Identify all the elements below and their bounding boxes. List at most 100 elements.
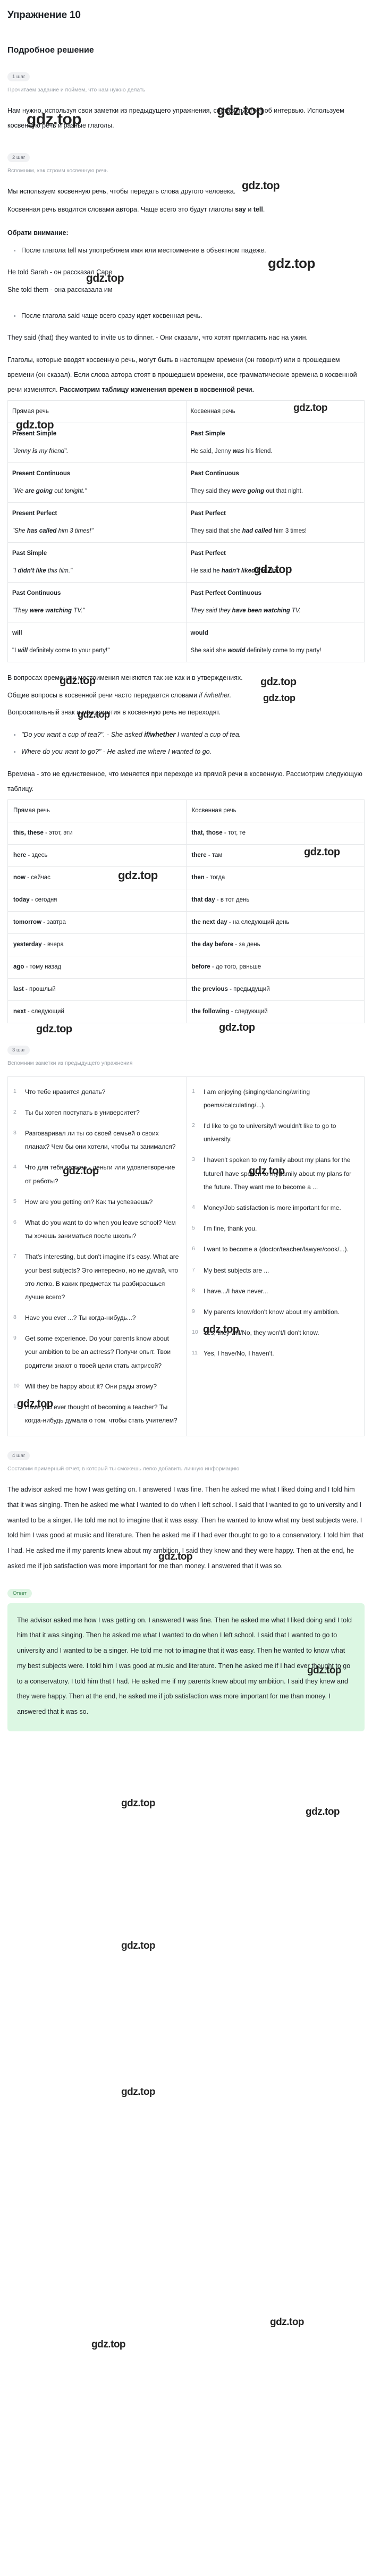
table-row: ago - тому назад before - до того, раньш… — [7, 955, 365, 979]
ex-pre: They said that she — [190, 528, 242, 535]
list-item: I want to become a (doctor/teacher/lawye… — [192, 1243, 349, 1255]
reported-tense-name: would — [190, 630, 208, 637]
table-row: this, these - этот, эти that, those - то… — [7, 821, 365, 845]
list-item: Get some experience. Do your parents kno… — [13, 1332, 171, 1369]
solution-heading: Подробное решение — [7, 46, 94, 55]
answer-section: Ответ The advisor asked me how I was get… — [7, 1588, 365, 1731]
direct-translation: - здесь — [26, 852, 48, 858]
cell-direct: Past Simple "I didn't like this film." — [7, 542, 187, 583]
cell-reported: there - там — [185, 844, 365, 867]
header-direct-label: Прямая речь — [12, 408, 49, 415]
cell-reported: that day - в тот день — [185, 888, 365, 912]
list-item: Have you ever ...? Ты когда-нибудь...? — [13, 1311, 136, 1323]
reported-example: He said, Jenny was his friend. — [191, 445, 360, 458]
watermark-logo: gdz.top — [270, 2317, 305, 2328]
cell-reported: Past Perfect They said that she had call… — [185, 502, 365, 543]
watermark-logo: gdz.top — [121, 2086, 156, 2098]
reported-word: that, those — [191, 829, 223, 836]
bullet-question-example-2: Where do you want to go?" - He asked me … — [14, 745, 365, 759]
ex-post: TV. — [290, 608, 301, 614]
ex-post: out tonight." — [53, 488, 87, 495]
direct-translation: - этот, эти — [43, 829, 73, 836]
cell-direct: yesterday - вчера — [7, 933, 187, 956]
example-they-said: They said (that) they wanted to invite u… — [7, 333, 308, 341]
reported-word: the following — [191, 1008, 230, 1015]
list-item: I'd like to go to university/I wouldn't … — [192, 1119, 336, 1143]
direct-tense-name: Present Continuous — [12, 470, 71, 477]
step-4-subtitle: Составим примерный отчет, в который ты с… — [7, 1466, 240, 1472]
direct-example: "We are going out tonight." — [12, 485, 182, 498]
ex-bold: would — [227, 647, 246, 654]
q-ex2-text: Where do you want to go?" - He asked me … — [21, 748, 212, 756]
table-header-row: Прямая речь Косвенная речь — [7, 400, 365, 424]
reported-word: then — [191, 874, 205, 881]
ex-pre: "I — [12, 568, 18, 575]
list-item: Разговаривал ли ты со своей семьей о сво… — [13, 1127, 176, 1151]
reported-word: the day before — [191, 941, 234, 948]
header-reported-label: Косвенная речь — [191, 807, 236, 814]
direct-word: here — [13, 852, 27, 858]
reported-tense-name: Past Continuous — [190, 470, 239, 477]
ex-bold: were going — [232, 488, 265, 495]
ex-bold: is — [32, 448, 38, 455]
ex-bold: are going — [25, 488, 53, 495]
ex-post: his friend. — [244, 448, 273, 455]
list-item: What do you want to do when you leave sc… — [13, 1216, 176, 1240]
reported-tense-name: Past Perfect — [190, 510, 226, 517]
ex-bold: was — [232, 448, 244, 455]
reported-translation: - до того, раньше — [210, 963, 261, 970]
words-change-table: Прямая речь Косвенная речь this, these -… — [7, 799, 365, 1023]
reported-tense-name: Past Perfect — [190, 550, 226, 557]
ex-bold: hadn't liked — [221, 568, 256, 575]
tell-rule-list: После глагола tell мы употребляем имя ил… — [7, 243, 365, 257]
reported-translation: - в тот день — [215, 896, 250, 903]
reported-example: They said they were going out that night… — [191, 485, 360, 498]
cell-reported: Past Continuous They said they were goin… — [185, 462, 365, 503]
step-2-paragraph-2: Косвенная речь вводится словами автора. … — [7, 202, 365, 217]
list-item: Что для тебя важнее - деньги или удовлет… — [13, 1161, 175, 1185]
direct-example: "Jenny is my friend". — [12, 445, 182, 458]
reported-example: She said she would definitely come to my… — [191, 645, 360, 657]
cell-direct: today - сегодня — [7, 888, 187, 912]
cell-direct: Present Perfect "She has called him 3 ti… — [7, 502, 187, 543]
reported-translation: - на следующий день — [227, 919, 290, 925]
direct-example: "They were watching TV." — [12, 605, 182, 617]
cell-direct: this, these - этот, эти — [7, 821, 187, 845]
ex-post: this film." — [46, 568, 73, 575]
questions-note-2-pre: Общие вопросы в косвенной речи часто пер… — [7, 691, 199, 699]
reported-translation: - предыдущий — [227, 986, 270, 992]
direct-example: "I will definitely come to your party!" — [12, 645, 182, 657]
cell-reported: Past Simple He said, Jenny was his frien… — [185, 423, 365, 464]
said-rule-list: После глагола said чаще всего сразу идет… — [7, 309, 365, 323]
cell-reported: the previous - предыдущий — [185, 978, 365, 1001]
step-3-subtitle: Вспомним заметки из предыдущего упражнен… — [7, 1059, 133, 1066]
cell-direct: Present Simple "Jenny is my friend". — [7, 423, 187, 464]
direct-tense-name: Present Simple — [12, 431, 57, 437]
question-examples-list: "Do you want a cup of tea?". - She asked… — [7, 728, 365, 759]
ex-pre: "I — [12, 647, 18, 654]
direct-translation: - завтра — [41, 919, 66, 925]
table-row: Past Continuous "They were watching TV."… — [7, 582, 365, 623]
cell-direct: Present Continuous "We are going out ton… — [7, 462, 187, 503]
table-row: Present Continuous "We are going out ton… — [7, 462, 365, 503]
reported-example: He said he hadn't liked that film. — [191, 565, 360, 577]
direct-example: "She has called him 3 times!" — [12, 525, 182, 537]
step-1-subtitle: Прочитаем задание и поймем, что нам нужн… — [7, 87, 146, 93]
header-direct-speech: Прямая речь — [7, 400, 187, 424]
ex-post: him 3 times!" — [56, 528, 94, 535]
table-row: now - сейчас then - тогда — [7, 866, 365, 889]
ex-post: my friend". — [37, 448, 69, 455]
direct-translation: - тому назад — [24, 963, 62, 970]
step-badge-2: 2 шаг — [7, 153, 30, 162]
ex-post: out that night. — [264, 488, 303, 495]
reported-example: They said they have been watching TV. — [191, 605, 360, 617]
step-3-section: 3 шаг Вспомним заметки из предыдущего уп… — [7, 1045, 365, 1437]
ex-pre: "They — [12, 608, 30, 614]
header-reported-label: Косвенная речь — [190, 408, 235, 415]
header-direct-label: Прямая речь — [13, 807, 50, 814]
ex-pre: "Jenny — [12, 448, 32, 455]
say-tell-mid: и — [246, 205, 253, 213]
ex-pre: He said he — [190, 568, 222, 575]
questions-note-line-3: Вопросительный знак и междометия в косве… — [7, 708, 221, 716]
direct-translation: - следующий — [26, 1008, 64, 1015]
